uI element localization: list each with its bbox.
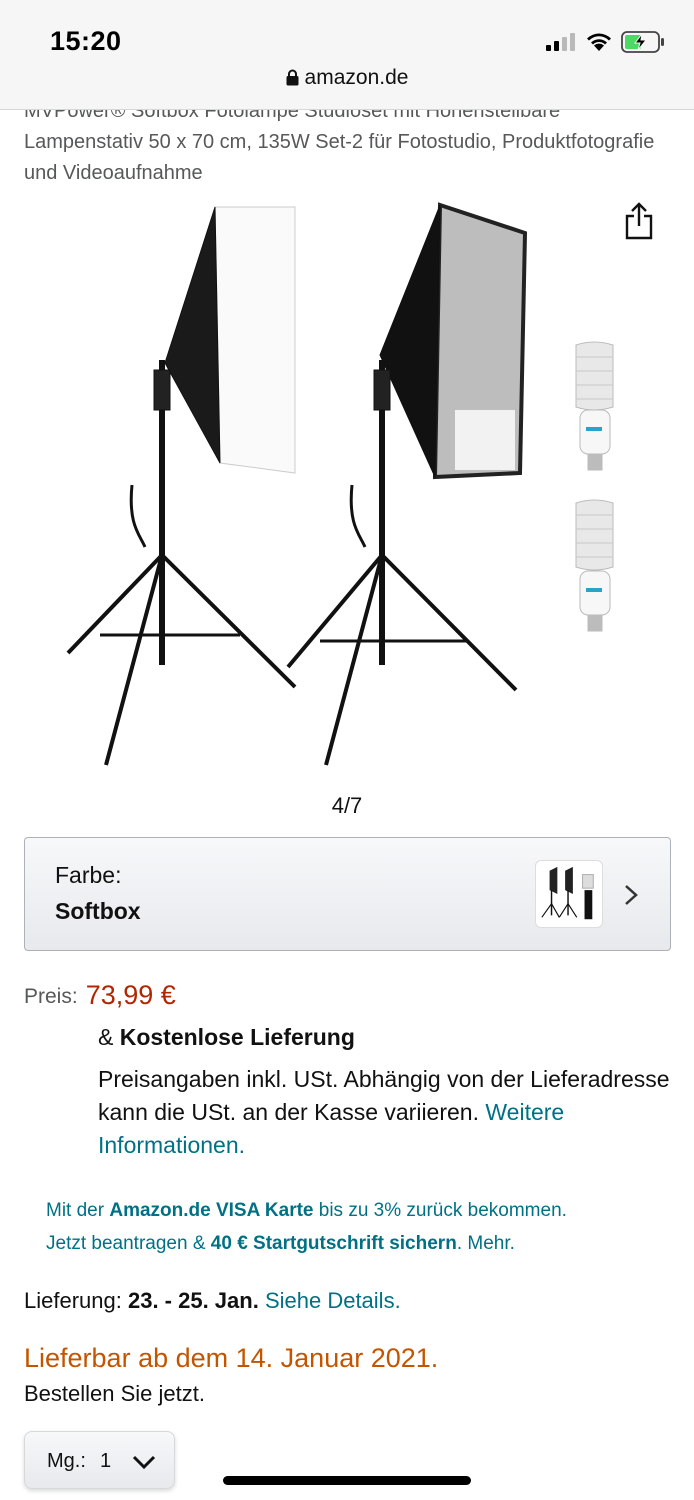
- bulb-2: [575, 499, 614, 632]
- battery-charging-icon: [621, 31, 664, 53]
- visa-bonus: 40 € Startgutschrift sichern: [210, 1233, 457, 1254]
- variant-thumbnail: [535, 860, 603, 928]
- visa-more-link[interactable]: . Mehr.: [457, 1233, 515, 1254]
- delivery-details-link[interactable]: Siehe Details.: [259, 1288, 401, 1313]
- price-label: Preis:: [24, 985, 78, 1008]
- quantity-label: Mg.:: [47, 1450, 86, 1472]
- bulb-1: [575, 341, 614, 471]
- variant-label: Farbe:: [55, 862, 122, 888]
- url-text: amazon.de: [304, 66, 409, 89]
- order-now-text: Bestellen Sie jetzt.: [24, 1381, 205, 1406]
- softbox-left: [66, 206, 297, 766]
- visa-text-1: Mit der: [46, 1200, 110, 1221]
- product-image[interactable]: [40, 195, 630, 775]
- availability-status: Lieferbar ab dem 14. Januar 2021.: [24, 1343, 439, 1373]
- chevron-down-icon: [132, 1455, 156, 1470]
- status-time: 15:20: [50, 26, 122, 56]
- visa-card-name: Amazon.de VISA Karte: [109, 1200, 314, 1221]
- delivery-info: Lieferung: 23. - 25. Jan. Siehe Details.: [24, 1288, 401, 1314]
- tax-note-text: Preisangaben inkl. USt. Abhängig von der…: [98, 1066, 670, 1125]
- variant-value: Softbox: [55, 898, 141, 924]
- visa-text-3: Jetzt beantragen &: [46, 1233, 211, 1254]
- home-indicator[interactable]: [223, 1476, 471, 1485]
- variant-selector[interactable]: Farbe: Softbox: [24, 837, 671, 951]
- price-row: Preis: 73,99 €: [24, 980, 176, 1011]
- delivery-label: Lieferung:: [24, 1288, 128, 1313]
- quantity-value: 1: [100, 1450, 112, 1472]
- free-delivery-text: Kostenlose Lieferung: [119, 1024, 355, 1050]
- free-delivery: & Kostenlose Lieferung: [98, 1024, 355, 1051]
- free-delivery-prefix: &: [98, 1024, 120, 1050]
- price-value: 73,99 €: [85, 980, 176, 1010]
- chevron-right-icon: [625, 885, 638, 905]
- visa-promo[interactable]: Mit der Amazon.de VISA Karte bis zu 3% z…: [46, 1194, 676, 1260]
- url-bar[interactable]: amazon.de: [0, 66, 694, 90]
- delivery-dates: 23. - 25. Jan.: [127, 1288, 259, 1313]
- softbox-right: [286, 202, 528, 766]
- wifi-icon: [587, 33, 611, 51]
- image-pagination: 4/7: [331, 793, 363, 818]
- visa-text-2: bis zu 3% zurück bekommen.: [313, 1200, 567, 1221]
- lock-icon: [286, 69, 299, 86]
- browser-status-bar: 15:20 amazon.de: [0, 0, 694, 110]
- tax-note: Preisangaben inkl. USt. Abhängig von der…: [98, 1063, 678, 1162]
- signal-icon: [546, 33, 578, 51]
- quantity-dropdown[interactable]: Mg.: 1: [24, 1431, 175, 1489]
